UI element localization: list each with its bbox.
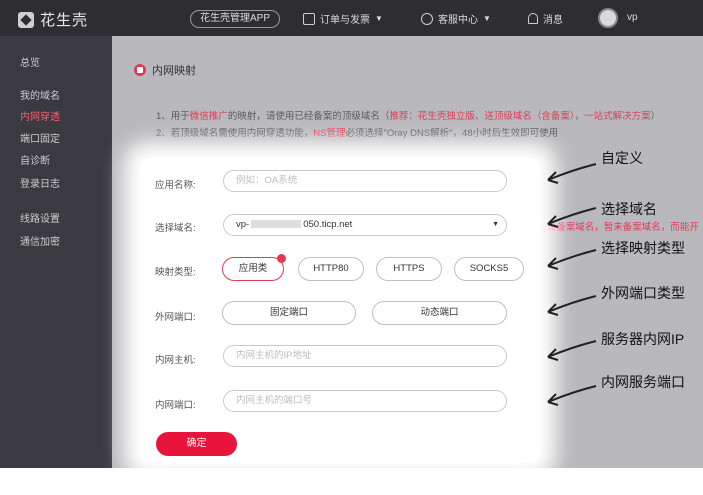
external-port-label: 外网端口: xyxy=(155,312,196,323)
selected-check-icon xyxy=(277,254,286,263)
recommend-link[interactable]: 推荐：花生壳独立版、送顶级域名（含备案），一站式解决方案 xyxy=(389,111,650,122)
mapping-icon xyxy=(134,64,146,76)
logo-text: 花生壳 xyxy=(40,12,89,29)
avatar[interactable] xyxy=(598,8,618,28)
annotation-select-domain: 选择域名 xyxy=(601,201,657,217)
page-title: 内网映射 xyxy=(152,65,196,77)
sidebar-item-line-settings[interactable]: 线路设置 xyxy=(20,210,60,225)
orders-menu[interactable]: 订单与发票 ▼ xyxy=(303,11,383,26)
page-header: 内网映射 xyxy=(134,62,196,78)
mapping-type-app[interactable]: 应用类 xyxy=(222,254,286,281)
sidebar: 总览 我的域名 内网穿透 端口固定 自诊断 登录日志 线路设置 通信加密 xyxy=(0,36,112,468)
mapping-type-socks5[interactable]: SOCKS5 xyxy=(454,257,524,281)
bottom-margin xyxy=(0,468,703,495)
sidebar-item-self-diagnosis[interactable]: 自诊断 xyxy=(20,152,50,167)
service-menu[interactable]: 客服中心 ▼ xyxy=(421,11,491,26)
sidebar-item-my-domains[interactable]: 我的域名 xyxy=(20,87,60,102)
annotation-arrow-icon xyxy=(547,207,597,228)
sidebar-item-intranet[interactable]: 内网穿透 xyxy=(20,108,60,123)
sidebar-item-overview[interactable]: 总览 xyxy=(20,54,40,69)
messages-menu[interactable]: 消息 xyxy=(528,11,563,26)
app-name-label: 应用名称: xyxy=(155,180,196,191)
sidebar-item-login-log[interactable]: 登录日志 xyxy=(20,175,60,190)
domain-label: 选择域名: xyxy=(155,223,196,234)
annotation-port-type: 外网端口类型 xyxy=(601,285,685,301)
ns-manage-link[interactable]: NS管理 xyxy=(313,128,345,139)
annotation-arrow-icon xyxy=(547,295,597,316)
bell-icon xyxy=(528,13,538,24)
top-bar: 花生壳 花生壳管理APP 订单与发票 ▼ 客服中心 ▼ 消息 vp xyxy=(0,0,703,36)
note-2: 2、若顶级域名需使用内网穿透功能，NS管理必须选择"Oray DNS解析"，48… xyxy=(156,128,559,139)
masked-domain xyxy=(251,220,302,229)
domain-select[interactable]: vp- 050.ticp.net ▼ xyxy=(223,214,507,236)
annotation-inner-ip: 服务器内网IP xyxy=(601,331,685,347)
inner-host-label: 内网主机: xyxy=(155,355,196,366)
inner-port-input[interactable]: 内网主机的端口号 xyxy=(223,390,507,412)
orders-label: 订单与发票 xyxy=(320,15,370,26)
caret-down-icon: ▼ xyxy=(483,14,491,23)
document-icon xyxy=(303,12,315,25)
fixed-port-option[interactable]: 固定端口 xyxy=(222,301,356,325)
annotation-arrow-icon xyxy=(547,163,597,184)
annotation-custom: 自定义 xyxy=(601,150,643,166)
submit-button[interactable]: 确定 xyxy=(156,432,237,456)
notes: 1、用于微信推广的映射，请使用已经备案的顶级域名（推荐：花生壳独立版、送顶级域名… xyxy=(156,108,660,142)
mapping-type-https[interactable]: HTTPS xyxy=(376,257,442,281)
messages-label: 消息 xyxy=(543,15,563,26)
mapping-type-http80[interactable]: HTTP80 xyxy=(298,257,364,281)
annotation-arrow-icon xyxy=(547,385,597,406)
note-1: 1、用于微信推广的映射，请使用已经备案的顶级域名（推荐：花生壳独立版、送顶级域名… xyxy=(156,111,661,122)
username[interactable]: vp xyxy=(627,12,638,23)
logo[interactable]: 花生壳 xyxy=(18,9,88,30)
inner-port-label: 内网端口: xyxy=(155,400,196,411)
annotation-inner-port: 内网服务端口 xyxy=(601,374,685,390)
dynamic-port-option[interactable]: 动态端口 xyxy=(372,301,507,325)
manage-app-button[interactable]: 花生壳管理APP xyxy=(190,10,281,28)
app-name-input[interactable]: 例如：OA系统 xyxy=(223,170,507,192)
sidebar-item-fixed-port[interactable]: 端口固定 xyxy=(20,130,60,145)
app-window: 花生壳 花生壳管理APP 订单与发票 ▼ 客服中心 ▼ 消息 vp 总览 我的域… xyxy=(0,0,703,468)
annotation-arrow-icon xyxy=(547,249,597,270)
annotation-mapping-type: 选择映射类型 xyxy=(601,240,685,256)
headset-icon xyxy=(421,12,433,25)
annotation-arrow-icon xyxy=(547,340,597,361)
peanut-logo-icon xyxy=(18,11,34,28)
caret-down-icon: ▼ xyxy=(492,221,499,228)
inner-host-input[interactable]: 内网主机的IP地址 xyxy=(223,345,507,367)
service-label: 客服中心 xyxy=(438,15,478,26)
mapping-type-label: 映射类型: xyxy=(155,267,196,278)
sidebar-item-encryption[interactable]: 通信加密 xyxy=(20,233,60,248)
caret-down-icon: ▼ xyxy=(375,14,383,23)
